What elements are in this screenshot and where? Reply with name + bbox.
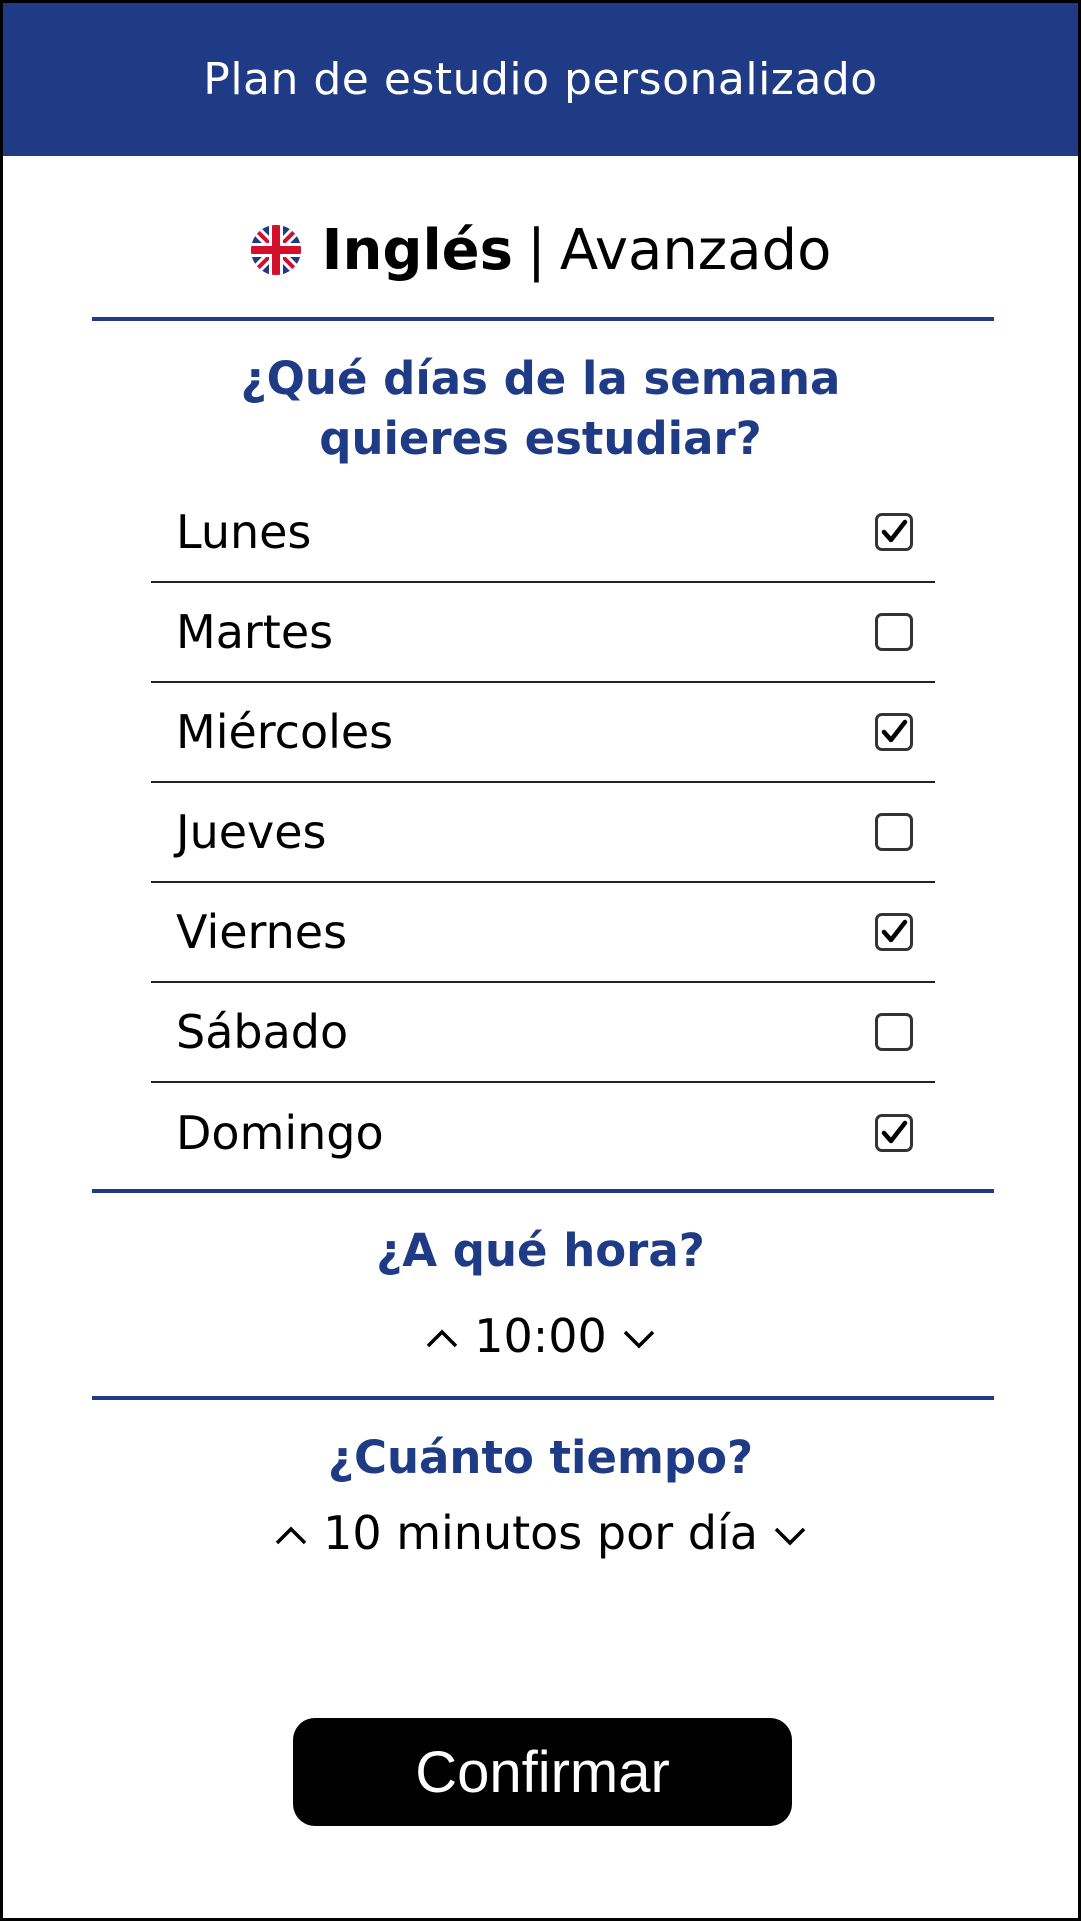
checkmark-icon <box>881 719 908 743</box>
day-checkbox[interactable] <box>875 1013 913 1051</box>
time-stepper: 10:00 <box>3 1306 1078 1366</box>
language-separator: | <box>526 217 546 283</box>
duration-value[interactable]: 10 minutos por día <box>323 1506 758 1560</box>
divider-days <box>92 1189 994 1193</box>
day-checkbox[interactable] <box>875 813 913 851</box>
confirm-button[interactable]: Confirmar <box>293 1718 792 1826</box>
day-checkbox[interactable] <box>875 1114 913 1152</box>
days-list: Lunes Martes Miércoles Jueves Viernes Sábado D… <box>151 483 935 1183</box>
page-title: Plan de estudio personalizado <box>203 54 878 105</box>
days-question-line2: quieres estudiar? <box>319 412 762 465</box>
day-label: Miércoles <box>176 705 394 759</box>
day-label: Viernes <box>176 905 348 959</box>
duration-stepper: 10 minutos por día <box>3 1503 1078 1563</box>
time-question: ¿A qué hora? <box>376 1224 705 1277</box>
day-row[interactable]: Jueves <box>151 783 935 883</box>
day-row[interactable]: Viernes <box>151 883 935 983</box>
checkmark-icon <box>881 1120 908 1144</box>
day-label: Domingo <box>176 1106 384 1160</box>
day-row[interactable]: Lunes <box>151 483 935 583</box>
day-label: Sábado <box>176 1005 349 1059</box>
day-checkbox[interactable] <box>875 913 913 951</box>
day-label: Lunes <box>176 505 312 559</box>
chevron-up-icon[interactable] <box>422 1316 462 1356</box>
day-label: Jueves <box>176 805 327 859</box>
chevron-up-icon[interactable] <box>271 1513 311 1553</box>
app-frame: Plan de estudio personalizado Inglés | A… <box>0 0 1081 1921</box>
language-summary: Inglés | Avanzado <box>3 215 1078 285</box>
day-row[interactable]: Sábado <box>151 983 935 1083</box>
chevron-down-icon[interactable] <box>770 1513 810 1553</box>
days-question: ¿Qué días de la semana quieres estudiar? <box>3 349 1078 469</box>
language-name: Inglés <box>321 217 513 283</box>
day-row[interactable]: Martes <box>151 583 935 683</box>
days-question-line1: ¿Qué días de la semana <box>240 352 841 405</box>
time-value[interactable]: 10:00 <box>474 1309 607 1363</box>
duration-question: ¿Cuánto tiempo? <box>327 1431 754 1484</box>
day-checkbox[interactable] <box>875 713 913 751</box>
language-level: Avanzado <box>559 217 832 283</box>
day-checkbox[interactable] <box>875 513 913 551</box>
day-row[interactable]: Miércoles <box>151 683 935 783</box>
day-label: Martes <box>176 605 334 659</box>
day-row[interactable]: Domingo <box>151 1083 935 1183</box>
checkmark-icon <box>881 519 908 543</box>
day-checkbox[interactable] <box>875 613 913 651</box>
chevron-down-icon[interactable] <box>619 1316 659 1356</box>
checkmark-icon <box>881 919 908 943</box>
uk-flag-icon <box>250 224 302 276</box>
divider-time <box>92 1396 994 1400</box>
header-bar: Plan de estudio personalizado <box>3 3 1078 156</box>
divider-top <box>92 317 994 321</box>
